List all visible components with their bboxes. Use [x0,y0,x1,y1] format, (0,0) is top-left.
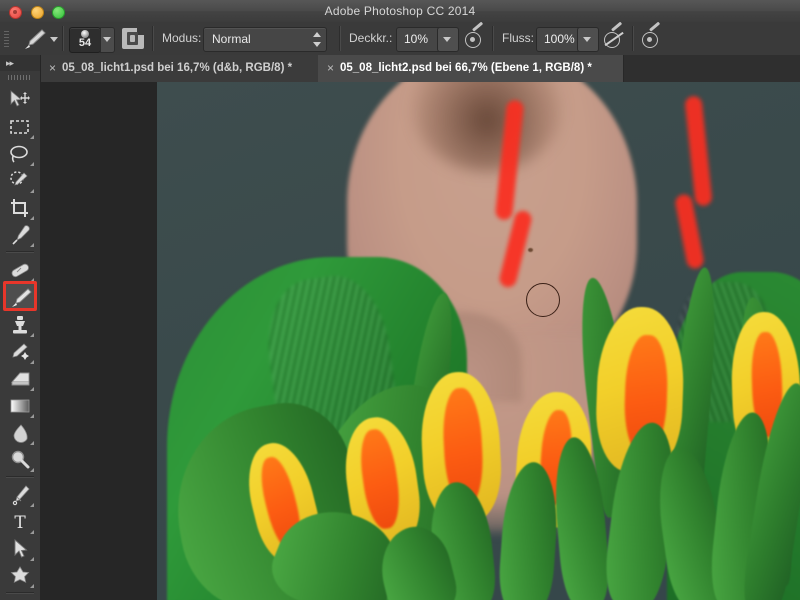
canvas-background [40,82,157,600]
opacity-label: Deckkr.: [349,31,393,45]
divider [339,26,341,51]
divider [6,592,34,594]
sidebar-item-zoom-tool[interactable] [4,446,36,474]
document-canvas[interactable] [157,82,800,600]
document-tab-1-label: 05_08_licht1.psd bei 16,7% (d&b, RGB/8) … [62,62,293,74]
brush-preset-chevron-down-icon[interactable] [50,37,58,42]
options-bar: 54 Modus: Normal Deckkr.: 10% Fluss: 100… [0,21,800,56]
sidebar-item-eyedropper-tool[interactable] [4,221,36,249]
tools-panel-grip[interactable] [8,75,32,80]
sidebar-item-lasso-tool[interactable] [4,140,36,168]
opacity-value: 10% [404,32,429,46]
blend-mode-value: Normal [212,32,251,46]
divider [632,26,634,51]
document-tab-bar: × 05_08_licht1.psd bei 16,7% (d&b, RGB/8… [40,55,800,82]
document-tab-1[interactable]: × 05_08_licht1.psd bei 16,7% (d&b, RGB/8… [40,55,319,82]
sidebar-item-custom-shape-tool[interactable] [4,562,36,590]
pressure-opacity-icon[interactable] [465,21,485,48]
divider [152,26,154,51]
opacity-dropdown-button[interactable] [437,27,459,52]
sidebar-item-pen-tool[interactable] [4,481,36,509]
blend-mode-select[interactable]: Normal [203,27,327,52]
sidebar-item-gradient-tool[interactable] [4,392,36,420]
flow-label: Fluss: [502,31,535,45]
options-bar-grip[interactable] [4,31,9,47]
mode-label: Modus: [162,31,202,45]
app-title: Adobe Photoshop CC 2014 [324,4,476,18]
brush-size-stepper[interactable] [100,27,115,53]
canvas-area[interactable] [40,82,800,600]
brush-cursor-circle [526,283,560,317]
sidebar-item-spot-healing-brush-tool[interactable] [4,256,36,284]
flow-dropdown-button[interactable] [577,27,599,52]
sidebar-item-rectangular-marquee-tool[interactable] [4,113,36,141]
close-icon[interactable]: × [49,55,56,82]
sidebar-item-clone-stamp-tool[interactable] [4,311,36,339]
divider [6,251,34,253]
flow-value: 100% [544,32,575,46]
divider [6,476,34,478]
sidebar-item-history-brush-tool[interactable] [4,338,36,366]
sidebar-item-move-tool[interactable] [4,86,36,114]
brush-icon[interactable] [22,28,48,50]
brush-size-display[interactable]: 54 [69,27,101,53]
title-bar: Adobe Photoshop CC 2014 [0,0,800,23]
photo-image [157,82,800,600]
pressure-flow-icon[interactable] [604,21,624,48]
sidebar-item-crop-tool[interactable] [4,194,36,222]
opacity-input[interactable]: 10% [396,27,442,52]
tools-panel: ▸▸ T [0,55,41,600]
document-tab-2[interactable]: × 05_08_licht2.psd bei 66,7% (Ebene 1, R… [318,55,624,82]
divider [62,26,64,51]
tools-panel-header[interactable]: ▸▸ [0,55,40,71]
brush-size-value: 54 [78,37,92,49]
sidebar-item-type-tool[interactable]: T [4,508,36,536]
flow-input[interactable]: 100% [536,27,582,52]
sidebar-item-blur-tool[interactable] [4,419,36,447]
sidebar-item-quick-selection-tool[interactable] [4,167,36,195]
airbrush-icon[interactable] [642,21,662,48]
sidebar-item-brush-tool[interactable] [3,281,37,311]
expand-panel-chevron-icon[interactable]: ▸▸ [6,58,14,69]
photoshop-window: Adobe Photoshop CC 2014 54 Modus: Normal [0,0,800,600]
document-tab-2-label: 05_08_licht2.psd bei 66,7% (Ebene 1, RGB… [340,62,592,74]
chevron-updown-icon [313,32,321,47]
brush-panel-icon[interactable] [122,28,144,49]
close-icon[interactable]: × [327,55,334,82]
sidebar-item-eraser-tool[interactable] [4,365,36,393]
divider [492,26,494,51]
svg-text:T: T [14,513,26,533]
sidebar-item-path-selection-tool[interactable] [4,535,36,563]
